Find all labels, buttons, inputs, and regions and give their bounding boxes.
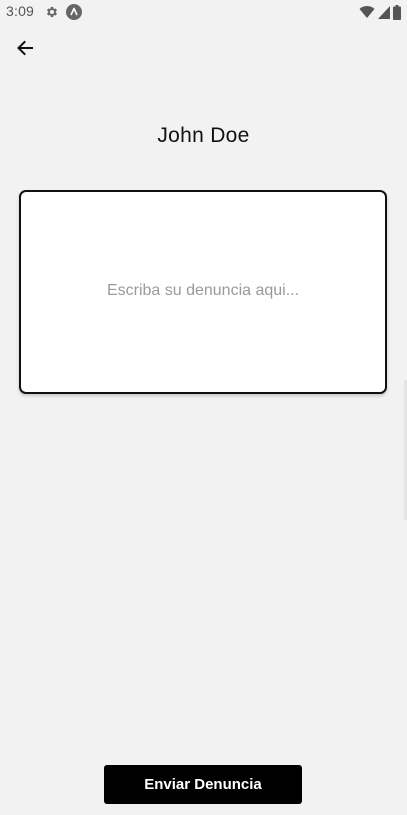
status-time: 3:09	[6, 3, 35, 19]
wifi-icon	[359, 6, 375, 19]
gear-icon	[46, 6, 58, 18]
complaint-card	[19, 190, 387, 394]
app-glyph	[70, 7, 78, 16]
signal-icon	[378, 5, 390, 19]
page-title: John Doe	[157, 124, 250, 147]
status-icons	[359, 4, 401, 20]
status-bar: 3:09	[0, 0, 407, 24]
submit-complaint-button[interactable]: Enviar Denuncia	[104, 765, 302, 804]
arrow-left-icon	[17, 40, 33, 56]
app-icon	[66, 4, 82, 20]
complaint-input[interactable]	[21, 192, 385, 392]
back-button[interactable]	[10, 33, 40, 63]
battery-icon	[393, 4, 401, 20]
